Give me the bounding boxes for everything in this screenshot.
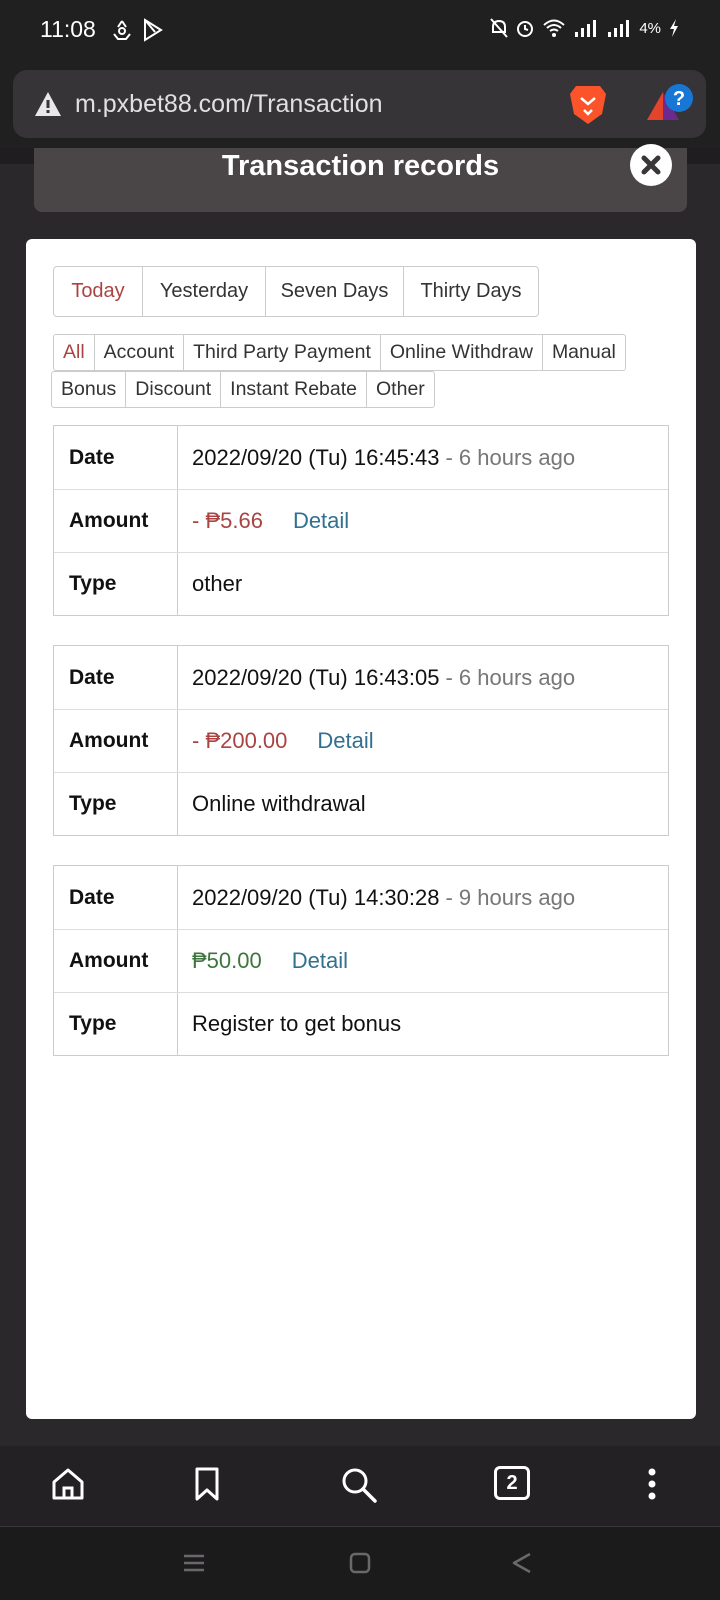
type-label: Type: [54, 553, 178, 615]
page-title: Transaction records: [221, 150, 500, 182]
record-date-row: Date 2022/09/20 (Tu) 16:43:05- 6 hours a…: [54, 646, 668, 709]
tab-third-party-payment[interactable]: Third Party Payment: [183, 335, 380, 370]
record-type-row: Type Online withdrawal: [54, 772, 668, 835]
status-right-icons: 4%: [490, 18, 680, 38]
browser-toolbar: m.pxbet88.com/Transaction ?: [0, 64, 720, 148]
browser-bottom-bar: 2: [0, 1446, 720, 1526]
type-label: Type: [54, 993, 178, 1055]
record-type: other: [192, 571, 243, 596]
status-time: 11:08: [40, 16, 96, 42]
warning-icon[interactable]: [33, 90, 63, 118]
record-amount: - ₱200.00: [192, 728, 288, 753]
system-navigation-bar: [0, 1526, 720, 1600]
recent-apps-icon[interactable]: [182, 1551, 206, 1575]
alarm-icon: [517, 21, 534, 37]
detail-link[interactable]: Detail: [293, 508, 349, 534]
home-icon[interactable]: [50, 1466, 86, 1502]
tab-discount[interactable]: Discount: [125, 372, 220, 407]
record-amount-cell: - ₱5.66 Detail: [178, 490, 668, 552]
record-date: 2022/09/20 (Tu) 16:43:05: [192, 664, 440, 690]
transaction-record: Date 2022/09/20 (Tu) 16:45:43- 6 hours a…: [53, 425, 669, 616]
status-bar: 11:08 4%: [0, 0, 720, 64]
tab-yesterday[interactable]: Yesterday: [142, 267, 265, 316]
record-amount-row: Amount - ₱5.66 Detail: [54, 489, 668, 552]
record-amount-row: Amount ₱50.00 Detail: [54, 929, 668, 992]
svg-text:?: ?: [673, 88, 685, 110]
record-ago: - 9 hours ago: [445, 884, 576, 910]
record-ago: - 6 hours ago: [445, 444, 576, 470]
bookmark-icon[interactable]: [192, 1466, 222, 1502]
record-date-cell: 2022/09/20 (Tu) 16:43:05- 6 hours ago: [178, 646, 668, 709]
record-ago: - 6 hours ago: [445, 664, 576, 690]
record-amount-cell: ₱50.00 Detail: [178, 930, 668, 992]
type-filter-row-2: Bonus Discount Instant Rebate Other: [51, 371, 435, 408]
record-amount: ₱50.00: [192, 948, 262, 973]
date-label: Date: [54, 646, 178, 709]
signal-icon: [575, 20, 597, 37]
type-filter-row-1: All Account Third Party Payment Online W…: [53, 334, 626, 371]
tabs-count-button[interactable]: 2: [494, 1466, 530, 1500]
mute-icon: [490, 18, 509, 38]
tab-today[interactable]: Today: [54, 267, 142, 316]
record-date-row: Date 2022/09/20 (Tu) 14:30:28- 9 hours a…: [54, 866, 668, 929]
day-filter-tabs: Today Yesterday Seven Days Thirty Days: [53, 266, 539, 317]
tab-all[interactable]: All: [54, 335, 94, 370]
date-label: Date: [54, 866, 178, 929]
back-nav-icon[interactable]: [510, 1551, 534, 1575]
record-date: 2022/09/20 (Tu) 14:30:28: [192, 884, 440, 910]
amount-label: Amount: [54, 490, 178, 552]
brave-rewards-icon[interactable]: ?: [643, 82, 697, 126]
type-label: Type: [54, 773, 178, 835]
amount-label: Amount: [54, 710, 178, 772]
transaction-record: Date 2022/09/20 (Tu) 16:43:05- 6 hours a…: [53, 645, 669, 836]
record-type: Online withdrawal: [192, 791, 366, 816]
record-date-row: Date 2022/09/20 (Tu) 16:45:43- 6 hours a…: [54, 426, 668, 489]
record-amount: - ₱5.66: [192, 508, 263, 533]
home-nav-icon[interactable]: [348, 1551, 372, 1575]
tab-instant-rebate[interactable]: Instant Rebate: [220, 372, 366, 407]
transaction-record: Date 2022/09/20 (Tu) 14:30:28- 9 hours a…: [53, 865, 669, 1056]
status-left-icons: [110, 18, 164, 42]
brave-shield-icon[interactable]: [568, 82, 608, 126]
tab-manual[interactable]: Manual: [541, 335, 625, 370]
detail-link[interactable]: Detail: [317, 728, 373, 754]
recycle-icon: [113, 20, 131, 40]
record-date-cell: 2022/09/20 (Tu) 16:45:43- 6 hours ago: [178, 426, 668, 489]
tab-other[interactable]: Other: [366, 372, 434, 407]
play-store-icon: [144, 18, 163, 42]
charging-icon: [670, 19, 678, 37]
record-amount-row: Amount - ₱200.00 Detail: [54, 709, 668, 772]
close-button[interactable]: [630, 144, 672, 186]
wifi-icon: [543, 19, 565, 37]
transaction-panel: Today Yesterday Seven Days Thirty Days A…: [26, 239, 696, 1419]
address-bar[interactable]: m.pxbet88.com/Transaction ?: [13, 70, 706, 138]
detail-link[interactable]: Detail: [292, 948, 348, 974]
date-label: Date: [54, 426, 178, 489]
modal-header: Transaction records: [34, 144, 687, 212]
tabs-count: 2: [506, 1471, 518, 1494]
battery-level: 4%: [639, 19, 661, 37]
close-icon: [641, 155, 661, 175]
record-type-row: Type Register to get bonus: [54, 992, 668, 1055]
tab-thirty-days[interactable]: Thirty Days: [403, 267, 538, 316]
tab-bonus[interactable]: Bonus: [52, 372, 125, 407]
amount-label: Amount: [54, 930, 178, 992]
search-icon[interactable]: [340, 1466, 378, 1504]
tab-online-withdraw[interactable]: Online Withdraw: [379, 335, 542, 370]
record-date-cell: 2022/09/20 (Tu) 14:30:28- 9 hours ago: [178, 866, 668, 929]
tab-seven-days[interactable]: Seven Days: [265, 267, 403, 316]
record-date: 2022/09/20 (Tu) 16:45:43: [192, 444, 440, 470]
url-text[interactable]: m.pxbet88.com/Transaction: [75, 90, 383, 119]
record-amount-cell: - ₱200.00 Detail: [178, 710, 668, 772]
signal-icon: [608, 20, 630, 37]
tab-account[interactable]: Account: [93, 335, 183, 370]
record-type: Register to get bonus: [192, 1011, 402, 1036]
record-type-row: Type other: [54, 552, 668, 615]
more-menu-icon[interactable]: [644, 1466, 660, 1502]
